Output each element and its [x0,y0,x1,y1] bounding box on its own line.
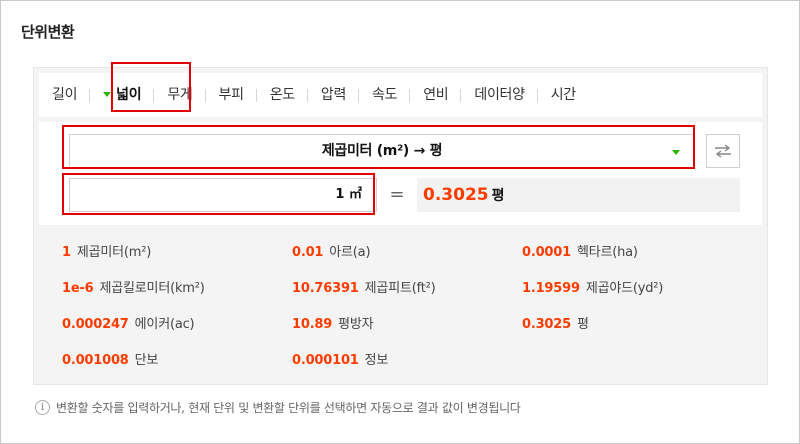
tab-data-size[interactable]: 데이터양 [461,73,538,117]
caret-down-icon [103,91,112,97]
help-text: 변환할 숫자를 입력하거나, 현재 단위 및 변환할 단위를 선택하면 자동으로… [56,401,521,415]
equals-sign: = [389,184,405,205]
result-item-unit: 제곱킬로미터(km²) [99,281,205,296]
result-item: 0.001008 단보 [62,349,158,368]
result-item-unit: 정보 [364,353,389,368]
result-item-value: 10.76391 [292,281,359,296]
result-item: 1e-6 제곱킬로미터(km²) [62,277,205,296]
value-input[interactable]: 1 ㎡ [69,178,377,212]
swap-units-button[interactable] [706,134,740,168]
unit-category-tabs: 길이 넓이 무게 부피 온도 압력 속도 연비 데이터양 시간 [39,73,762,117]
tab-label: 데이터양 [474,87,525,103]
unit-pair-label: 제곱미터 (m²) → 평 [321,143,443,159]
result-item-value: 0.001008 [62,353,129,368]
result-item-value: 0.0001 [522,245,571,260]
result-item-value: 0.3025 [522,317,571,332]
result-item-value: 1 [62,245,71,260]
result-item: 0.0001 헥타르(ha) [522,241,638,260]
result-item-unit: 제곱미터(m²) [76,245,152,260]
result-item: 10.89 평방자 [292,313,374,332]
result-item-value: 10.89 [292,317,333,332]
result-item: 1.19599 제곱야드(yd²) [522,277,663,296]
widget-title: 단위변환 [21,23,75,41]
result-item: 0.01 아르(a) [292,241,371,260]
result-item-unit: 에이커(ac) [134,317,195,332]
tab-weight[interactable]: 무게 [154,73,206,117]
result-item-value: 1e-6 [62,281,94,296]
result-item: 0.000247 에이커(ac) [62,313,195,332]
tab-label: 속도 [372,87,398,103]
result-item-unit: 단보 [134,353,159,368]
result-item-unit: 평 [576,317,589,332]
result-item-value: 0.000101 [292,353,359,368]
tab-pressure[interactable]: 압력 [308,73,360,117]
result-item-unit: 평방자 [338,317,374,332]
result-item-value: 0.01 [292,245,324,260]
result-item-value: 1.19599 [522,281,580,296]
tab-area[interactable]: 넓이 [90,73,155,117]
tab-label: 연비 [423,87,449,103]
result-item: 0.3025 평 [522,313,589,332]
swap-arrows-icon [715,144,731,158]
tab-fuel-economy[interactable]: 연비 [410,73,462,117]
tab-volume[interactable]: 부피 [206,73,257,117]
tab-label: 넓이 [116,87,142,103]
result-item-unit: 헥타르(ha) [576,245,638,260]
info-icon: i [35,400,50,415]
result-unit: 평 [491,188,505,204]
help-note: i 변환할 숫자를 입력하거나, 현재 단위 및 변환할 단위를 선택하면 자동… [35,399,521,416]
tab-label: 압력 [320,87,347,103]
result-item: 1 제곱미터(m²) [62,241,151,260]
result-display: 0.3025 평 [417,178,740,212]
converter-main: 제곱미터 (m²) → 평 1 ㎡ = 0.3025 평 [39,122,762,225]
result-value: 0.3025 [423,185,489,205]
result-item-unit: 아르(a) [329,245,371,260]
caret-down-icon [672,150,680,155]
tab-label: 무게 [167,87,193,103]
result-item-value: 0.000247 [62,317,129,332]
unit-pair-select[interactable]: 제곱미터 (m²) → 평 [69,134,695,168]
result-item: 0.000101 정보 [292,349,388,368]
tab-length[interactable]: 길이 [39,73,91,117]
converter-panel: 길이 넓이 무게 부피 온도 압력 속도 연비 데이터양 시간 제곱미터 (m²… [33,67,768,385]
result-item: 10.76391 제곱피트(ft²) [292,277,436,296]
widget-frame: 단위변환 길이 넓이 무게 부피 온도 압력 속도 연비 데이터양 시간 제곱미… [0,0,800,444]
result-item-unit: 제곱야드(yd²) [585,281,664,296]
result-item-unit: 제곱피트(ft²) [364,281,436,296]
tab-speed[interactable]: 속도 [359,73,411,117]
tab-label: 부피 [218,87,244,103]
tab-label: 길이 [52,87,78,103]
tab-temperature[interactable]: 온도 [257,73,308,117]
tab-label: 시간 [550,87,576,103]
tab-label: 온도 [269,87,295,103]
tab-time[interactable]: 시간 [538,73,589,117]
